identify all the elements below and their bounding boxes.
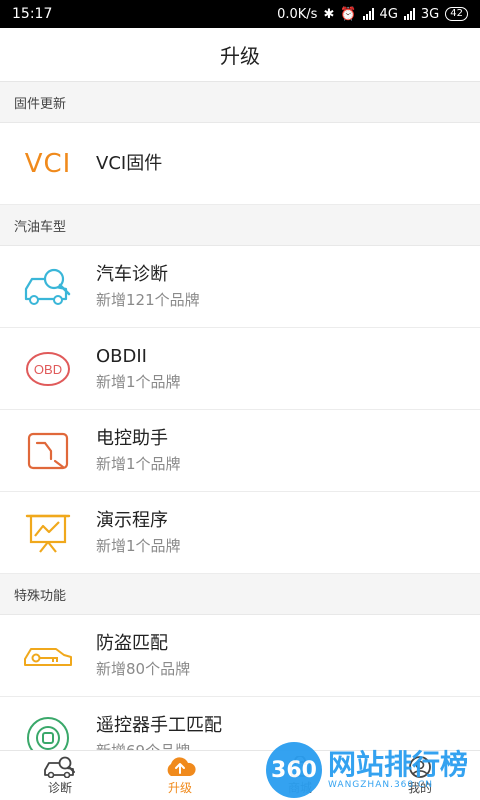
list-item-obdii[interactable]: OBD OBDII 新增1个品牌 <box>0 328 480 410</box>
list-item-ecu-assistant[interactable]: 电控助手 新增1个品牌 <box>0 410 480 492</box>
tab-profile[interactable]: 我的 <box>360 751 480 800</box>
item-name: VCI固件 <box>96 152 163 174</box>
item-subtitle: 新增121个品牌 <box>96 290 200 309</box>
item-subtitle: 新增69个品牌 <box>96 740 222 751</box>
status-right: 0.0K/s ✱ ⏰ 4G 3G 42 <box>277 7 468 22</box>
remote-icon <box>0 697 96 750</box>
vci-text-icon: VCI <box>24 148 72 179</box>
diagnosis-icon <box>44 756 75 778</box>
item-name: 电控助手 <box>96 427 168 449</box>
car-key-icon <box>0 615 96 697</box>
car-search-icon <box>0 246 96 328</box>
item-subtitle: 新增80个品牌 <box>96 659 191 678</box>
tab-label: 诊断 <box>47 780 72 795</box>
battery-icon: 42 <box>445 7 468 21</box>
tab-label: 升级 <box>167 780 192 795</box>
signal-icon-2 <box>403 8 415 20</box>
list-item-remote-match[interactable]: 遥控器手工匹配 新增69个品牌 <box>0 697 480 750</box>
section-label: 特殊功能 <box>14 588 67 604</box>
network-speed: 0.0K/s <box>277 6 318 22</box>
network-4g: 4G <box>379 6 398 22</box>
svg-text:OBD: OBD <box>34 362 62 377</box>
status-bar: 15:17 0.0K/s ✱ ⏰ 4G 3G 42 <box>0 0 480 28</box>
status-time: 15:17 <box>12 6 53 22</box>
tab-diagnosis[interactable]: 诊断 <box>0 751 120 800</box>
item-name: 汽车诊断 <box>96 263 168 285</box>
section-label: 固件更新 <box>14 96 67 112</box>
item-name: 遥控器手工匹配 <box>96 714 222 736</box>
tab-upgrade[interactable]: 升级 <box>120 751 240 800</box>
tab-shop[interactable]: 商城 <box>240 751 360 800</box>
tab-label: 我的 <box>407 780 432 795</box>
list-item-vci-firmware[interactable]: VCI VCI固件 <box>0 123 480 205</box>
item-name: OBDII <box>96 345 147 367</box>
profile-icon <box>409 755 431 778</box>
item-subtitle: 新增1个品牌 <box>96 372 181 391</box>
page-title: 升级 <box>220 44 260 68</box>
item-subtitle: 新增1个品牌 <box>96 536 181 555</box>
title-bar: 升级 <box>0 28 480 82</box>
item-subtitle: 新增1个品牌 <box>96 454 181 473</box>
section-header-special: 特殊功能 <box>0 574 480 615</box>
section-header-gasoline: 汽油车型 <box>0 205 480 246</box>
tab-label: 商城 <box>287 780 312 795</box>
section-label: 汽油车型 <box>14 219 67 235</box>
section-header-firmware: 固件更新 <box>0 82 480 123</box>
item-name: 演示程序 <box>96 509 168 531</box>
cloud-upload-icon <box>167 756 196 776</box>
list-item-demo-program[interactable]: 演示程序 新增1个品牌 <box>0 492 480 574</box>
bottom-navigation: 诊断 升级 商城 我的 <box>0 750 480 800</box>
presentation-icon <box>0 492 96 574</box>
upgrade-list[interactable]: 固件更新 VCI VCI固件 汽油车型 汽车诊断 新增121个品牌 OBD OB… <box>0 82 480 750</box>
list-item-anti-theft[interactable]: 防盗匹配 新增80个品牌 <box>0 615 480 697</box>
item-name: 防盗匹配 <box>96 632 168 654</box>
obd-icon: OBD <box>0 328 96 410</box>
alarm-icon: ⏰ <box>340 6 357 22</box>
list-item-car-diagnosis[interactable]: 汽车诊断 新增121个品牌 <box>0 246 480 328</box>
network-3g: 3G <box>420 6 440 22</box>
shop-icon <box>289 755 311 777</box>
signal-icon <box>362 8 374 20</box>
bluetooth-icon: ✱ <box>323 6 335 22</box>
ecu-icon <box>0 410 96 492</box>
